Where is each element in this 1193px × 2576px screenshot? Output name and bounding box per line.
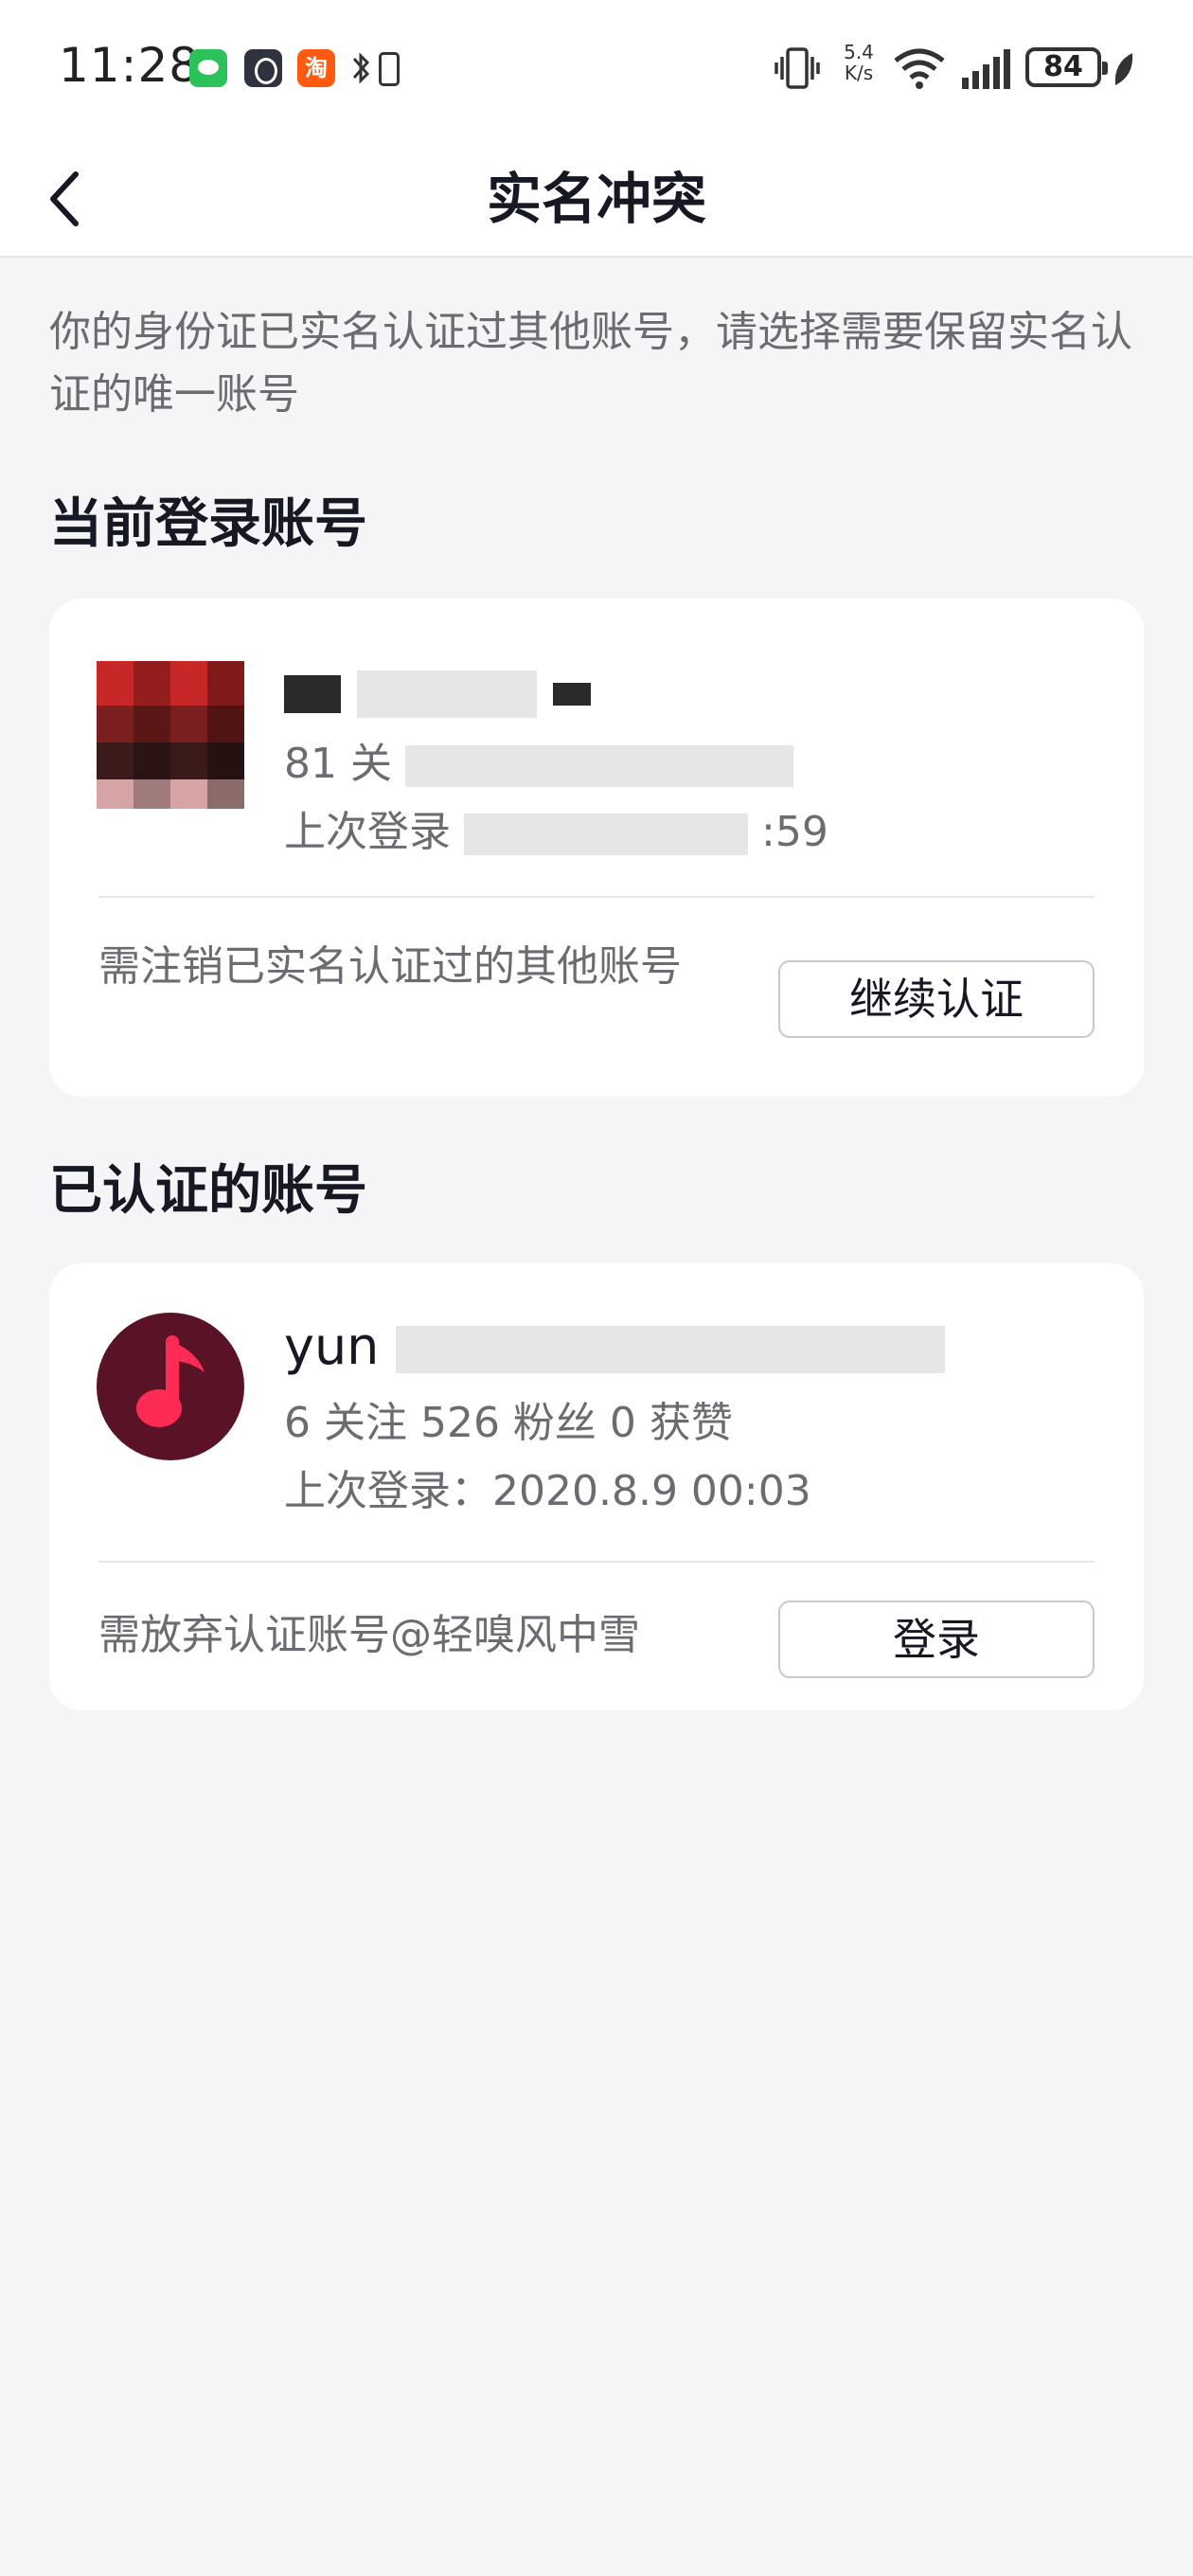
soul-icon: [244, 49, 282, 87]
signal-icon: [962, 49, 1010, 89]
taobao-icon: 淘: [297, 49, 335, 87]
account-name: yun: [284, 1316, 945, 1377]
status-bar: 11:28 淘 5.4 K/s 84: [0, 0, 1193, 142]
network-speed: 5.4 K/s: [835, 42, 882, 95]
account-stats: 81 关: [284, 729, 793, 790]
verified-account-section-title: 已认证的账号: [49, 1160, 367, 1222]
status-time: 11:28: [59, 38, 201, 93]
network-speed-text: 5.4 K/s: [844, 41, 874, 84]
account-last-login-suffix: :59: [761, 808, 828, 856]
avatar: [97, 661, 244, 809]
current-account-section-title: 当前登录账号: [49, 493, 367, 555]
music-note-icon: [136, 1335, 205, 1427]
vibrate-icon: [775, 47, 820, 89]
leaf-icon: [1114, 53, 1133, 85]
account-last-login-prefix: 上次登录: [284, 808, 451, 856]
login-button[interactable]: 登录: [778, 1601, 1095, 1678]
bluetooth-icon: [352, 52, 370, 84]
account-last-login: 上次登录：2020.8.9 00:03: [284, 1467, 811, 1515]
continue-verify-button[interactable]: 继续认证: [778, 960, 1095, 1038]
account-name-text: yun: [284, 1316, 380, 1376]
card-divider: [98, 1561, 1095, 1563]
verified-account-note: 需放弃认证账号@轻嗅风中雪: [98, 1611, 640, 1659]
account-stats: 6 关注 526 粉丝 0 获赞: [284, 1399, 733, 1447]
avatar: [97, 1313, 244, 1460]
battery-level: 84: [1043, 50, 1083, 83]
battery-case-icon: [379, 52, 400, 86]
wifi-icon: [894, 48, 945, 89]
account-last-login: 上次登录 :59: [284, 797, 828, 858]
account-stats-text: 81 关: [284, 740, 392, 788]
verified-account-card: yun 6 关注 526 粉丝 0 获赞 上次登录：2020.8.9 00:03…: [49, 1263, 1144, 1710]
current-account-card: 81 关 上次登录 :59 需注销已实名认证过的其他账号 继续认证: [49, 599, 1144, 1097]
account-name: [284, 661, 592, 722]
nav-bar: 实名冲突: [0, 142, 1193, 258]
wechat-icon: [189, 49, 227, 87]
page-title: 实名冲突: [486, 167, 706, 231]
conflict-description: 你的身份证已实名认证过其他账号，请选择需要保留实名认证的唯一账号: [49, 308, 1132, 419]
current-account-note: 需注销已实名认证过的其他账号: [98, 942, 682, 991]
battery-icon: 84: [1025, 47, 1108, 87]
card-divider: [98, 896, 1095, 898]
